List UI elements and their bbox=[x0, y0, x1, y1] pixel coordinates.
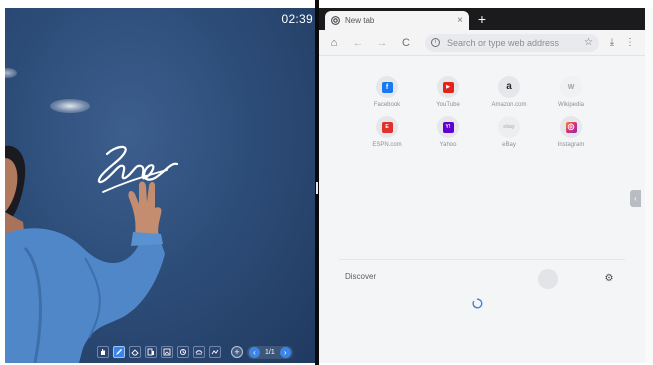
tab-new-tab[interactable]: New tab × bbox=[325, 11, 469, 30]
reload-icon[interactable]: C bbox=[397, 34, 415, 52]
shortcut-ebay[interactable]: ebay eBay bbox=[478, 116, 540, 160]
shortcut-label: ESPN.com bbox=[372, 142, 402, 148]
shortcut-label: Wikipedia bbox=[557, 102, 584, 108]
shortcut-wikipedia-circle: W bbox=[560, 76, 582, 98]
shortcut-amazon[interactable]: a Amazon.com bbox=[478, 76, 540, 120]
add-page-button[interactable]: + bbox=[231, 346, 243, 358]
browser-window: New tab × + ⌂ ← → C i Search or type web… bbox=[319, 8, 645, 363]
bookmark-star-icon[interactable]: ☆ bbox=[584, 37, 593, 48]
shortcut-youtube-circle: ▶ bbox=[437, 76, 459, 98]
shortcut-amazon-circle: a bbox=[498, 76, 520, 98]
shortcut-instagram[interactable]: ◎ Instagram bbox=[540, 116, 602, 160]
shortcut-yahoo[interactable]: Y! Yahoo bbox=[417, 116, 479, 160]
side-panel-handle[interactable]: ‹ bbox=[630, 190, 641, 207]
shortcut-label: Yahoo bbox=[439, 142, 457, 148]
loading-spinner-icon bbox=[472, 298, 483, 309]
page-navigator: ‹ 1/1 › bbox=[247, 345, 293, 359]
shape-tool-icon[interactable] bbox=[145, 346, 157, 358]
site-info-icon[interactable]: i bbox=[431, 38, 440, 47]
shortcut-espn[interactable]: E ESPN.com bbox=[356, 116, 418, 160]
divider bbox=[339, 259, 625, 260]
shortcut-ebay-circle: ebay bbox=[498, 116, 520, 138]
new-tab-button[interactable]: + bbox=[474, 11, 490, 27]
prev-page-button[interactable]: ‹ bbox=[249, 346, 260, 358]
tab-title: New tab bbox=[345, 16, 375, 25]
screen: 02:39 + ‹ 1/1 › New tab × + ⌂ ← → C i Se… bbox=[0, 0, 653, 365]
shortcut-instagram-circle: ◎ bbox=[560, 116, 582, 138]
shortcut-yahoo-circle: Y! bbox=[437, 116, 459, 138]
youtube-logo-icon: ▶ bbox=[442, 81, 454, 93]
whiteboard-toolbar: + ‹ 1/1 › bbox=[97, 343, 293, 361]
back-arrow-icon[interactable]: ← bbox=[349, 34, 367, 52]
shortcut-label: Amazon.com bbox=[491, 102, 527, 108]
pen-tool-icon[interactable] bbox=[113, 346, 125, 358]
eraser-tool-icon[interactable] bbox=[129, 346, 141, 358]
menu-kebab-icon[interactable]: ⋮ bbox=[621, 34, 639, 52]
home-icon[interactable]: ⌂ bbox=[325, 34, 343, 52]
shortcut-label: Instagram bbox=[557, 142, 585, 148]
shortcut-label: YouTube bbox=[436, 102, 460, 108]
gear-icon[interactable]: ⚙ bbox=[603, 273, 615, 285]
whiteboard-canvas[interactable]: 02:39 + ‹ 1/1 › bbox=[5, 8, 315, 363]
tab-strip: New tab × + bbox=[319, 8, 645, 30]
browser-toolbar: ⌂ ← → C i Search or type web address ☆ ⤓… bbox=[319, 30, 645, 56]
wikipedia-logo-icon: W bbox=[567, 83, 575, 91]
shortcut-facebook-circle: f bbox=[376, 76, 398, 98]
yahoo-logo-icon: Y! bbox=[442, 121, 454, 133]
undo-tool-icon[interactable] bbox=[177, 346, 189, 358]
more-tool-icon[interactable] bbox=[209, 346, 221, 358]
page-indicator: 1/1 bbox=[265, 348, 275, 356]
instagram-logo-icon: ◎ bbox=[565, 121, 577, 133]
tab-close-icon[interactable]: × bbox=[457, 15, 463, 26]
forward-arrow-icon[interactable]: → bbox=[373, 34, 391, 52]
hand-tool-icon[interactable] bbox=[97, 346, 109, 358]
clock: 02:39 bbox=[281, 12, 313, 26]
ebay-logo-icon: ebay bbox=[503, 123, 515, 130]
download-icon[interactable]: ⤓ bbox=[603, 34, 621, 52]
espn-logo-icon: E bbox=[381, 121, 393, 133]
tab-favicon-icon bbox=[331, 16, 340, 25]
shortcut-wikipedia[interactable]: W Wikipedia bbox=[540, 76, 602, 120]
presenter-person bbox=[5, 145, 165, 363]
shortcut-youtube[interactable]: ▶ YouTube bbox=[417, 76, 479, 120]
split-divider-handle[interactable] bbox=[316, 182, 318, 194]
address-bar-placeholder: Search or type web address bbox=[447, 37, 560, 48]
image-tool-icon[interactable] bbox=[161, 346, 173, 358]
address-bar[interactable]: i Search or type web address ☆ bbox=[425, 33, 599, 52]
next-page-button[interactable]: › bbox=[279, 346, 291, 358]
shortcut-facebook[interactable]: f Facebook bbox=[356, 76, 418, 120]
redo-tool-icon[interactable] bbox=[193, 346, 205, 358]
new-tab-page: f Facebook ▶ YouTube a Amazon.com W Wiki… bbox=[319, 56, 645, 363]
discover-heading: Discover bbox=[345, 272, 377, 281]
screen-bezel bbox=[645, 8, 653, 363]
shortcut-label: eBay bbox=[502, 142, 516, 148]
shortcut-espn-circle: E bbox=[376, 116, 398, 138]
avatar[interactable] bbox=[538, 269, 558, 289]
shortcut-label: Facebook bbox=[373, 102, 401, 108]
amazon-logo-icon: a bbox=[506, 81, 512, 92]
facebook-logo-icon: f bbox=[381, 81, 393, 93]
